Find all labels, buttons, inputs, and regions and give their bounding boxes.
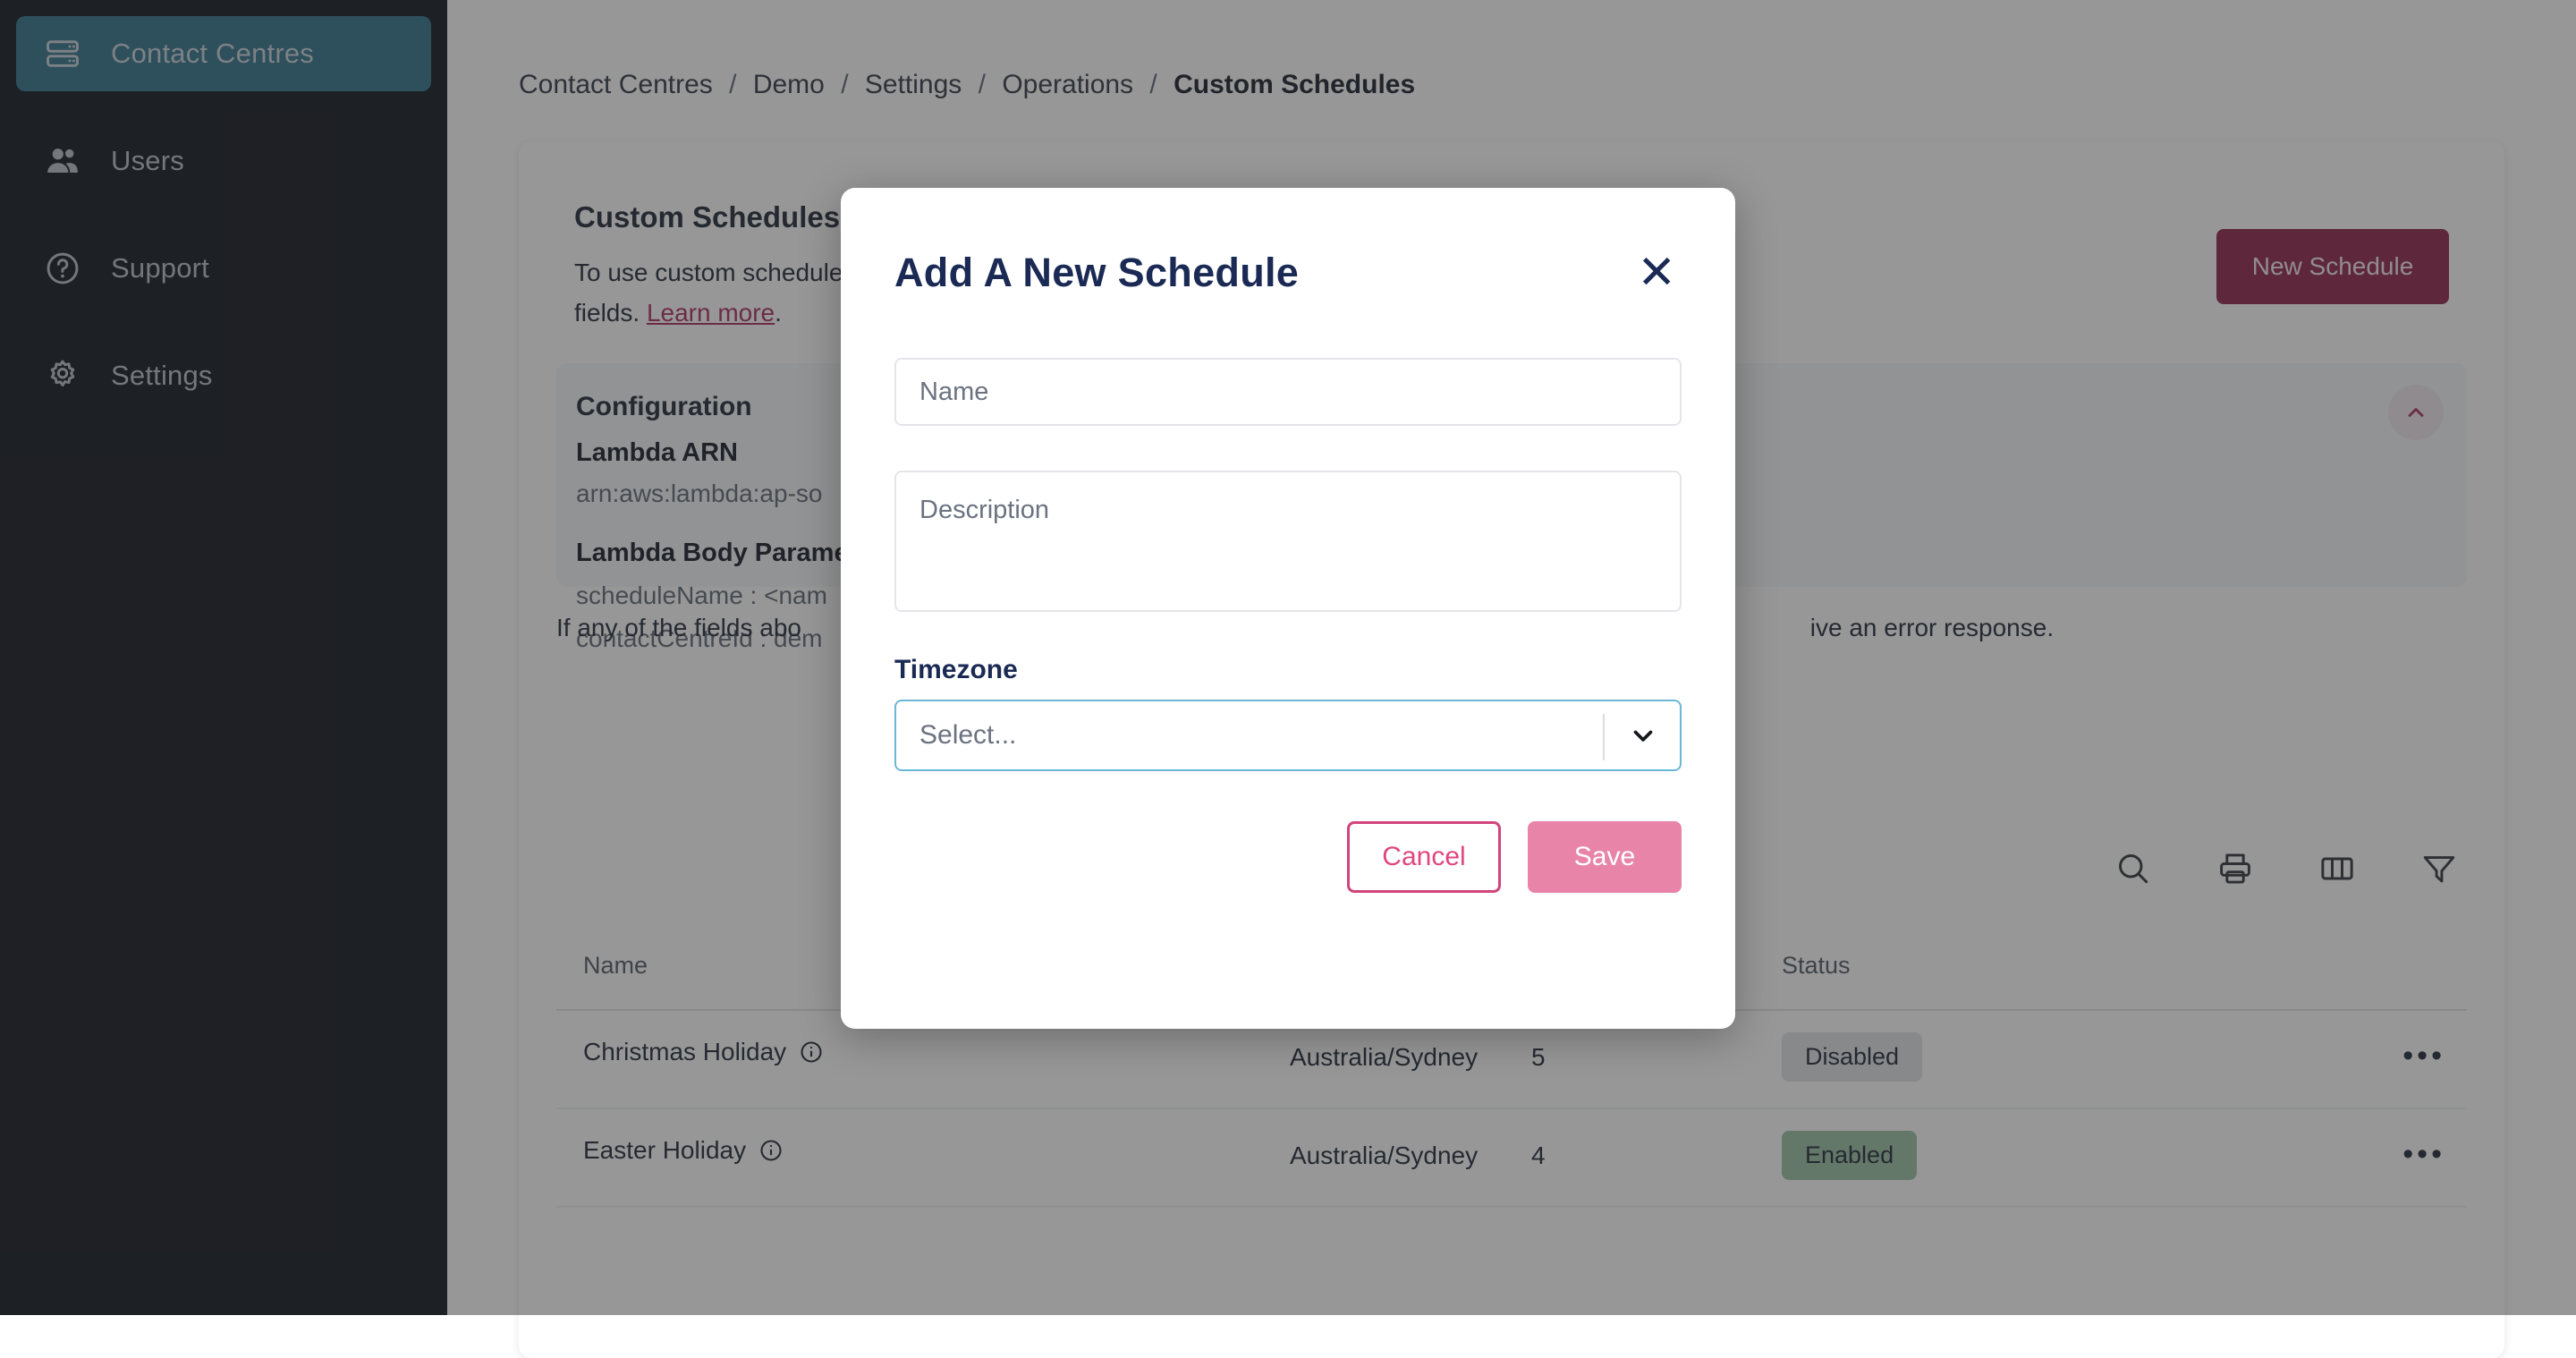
save-button[interactable]: Save [1528,821,1682,893]
modal-title: Add A New Schedule [894,250,1299,296]
name-input[interactable] [894,358,1682,426]
modal-header: Add A New Schedule ✕ [894,188,1682,358]
timezone-placeholder: Select... [896,720,1016,751]
cancel-button[interactable]: Cancel [1347,821,1501,893]
chevron-down-icon[interactable] [1628,720,1658,751]
close-icon[interactable]: ✕ [1631,250,1682,296]
timezone-select[interactable]: Select... [894,700,1682,771]
add-schedule-modal: Add A New Schedule ✕ Timezone Select... … [841,188,1735,1029]
modal-actions: Cancel Save [894,821,1682,893]
select-divider [1603,714,1605,760]
timezone-label: Timezone [894,655,1682,685]
description-input[interactable] [894,471,1682,612]
